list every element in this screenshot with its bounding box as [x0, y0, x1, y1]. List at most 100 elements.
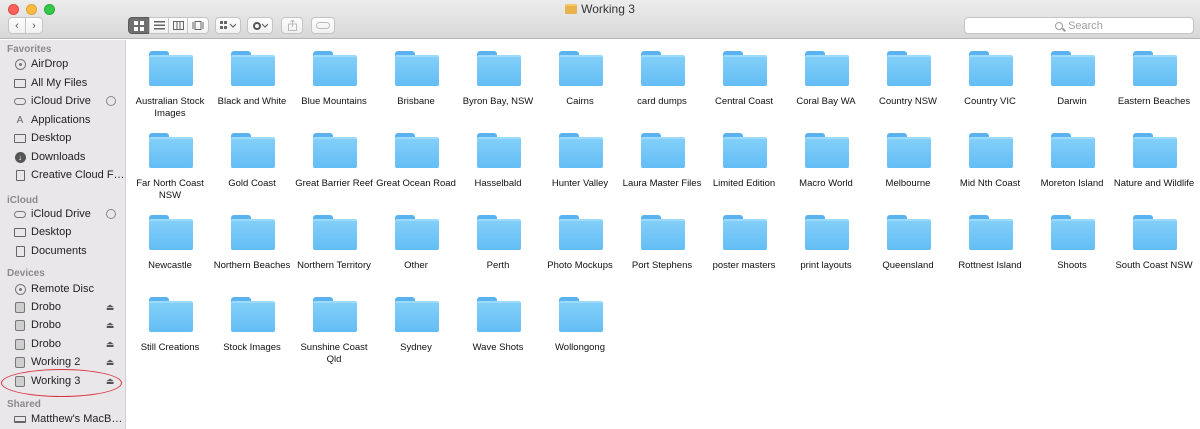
folder-label: Hunter Valley [551, 178, 609, 189]
folder-item[interactable]: Laura Master Files [621, 124, 703, 204]
eject-icon[interactable]: ⏏ [104, 339, 116, 350]
folder-item[interactable]: Northern Beaches [211, 206, 293, 286]
disk-icon [14, 319, 26, 331]
tag-icon [316, 22, 330, 29]
folder-label: Queensland [882, 260, 934, 271]
sidebar-item-airdrop[interactable]: AirDrop [0, 55, 125, 73]
action-button[interactable] [247, 17, 273, 34]
share-button[interactable] [281, 17, 303, 34]
sidebar-item-downloads[interactable]: ↓ Downloads [0, 148, 125, 166]
folder-item[interactable]: Great Ocean Road [375, 124, 457, 204]
folder-item[interactable]: Nature and Wildlife [1113, 124, 1195, 204]
folder-label: Country NSW [878, 96, 938, 107]
folder-item[interactable]: Northern Territory [293, 206, 375, 286]
sidebar-item-applications[interactable]: A Applications [0, 111, 125, 129]
desktop-icon [14, 226, 26, 238]
folder-icon [395, 297, 439, 332]
folder-item[interactable]: Newcastle [129, 206, 211, 286]
folder-icon [395, 215, 439, 250]
folder-item[interactable]: Central Coast [703, 42, 785, 122]
sidebar-item-drobo-3[interactable]: Drobo ⏏ [0, 335, 125, 353]
folder-item[interactable]: South Coast NSW [1113, 206, 1195, 286]
folder-item[interactable]: print layouts [785, 206, 867, 286]
folder-item[interactable]: Perth [457, 206, 539, 286]
eject-icon[interactable]: ⏏ [104, 357, 116, 368]
folder-item[interactable]: Blue Mountains [293, 42, 375, 122]
folder-item[interactable]: Country VIC [949, 42, 1031, 122]
folder-item[interactable]: Macro World [785, 124, 867, 204]
column-view-button[interactable] [168, 17, 188, 34]
folder-icon [1133, 215, 1177, 250]
folder-item[interactable]: Cairns [539, 42, 621, 122]
folder-item[interactable]: Queensland [867, 206, 949, 286]
sidebar-item-label: Documents [31, 245, 87, 257]
coverflow-view-button[interactable] [187, 17, 209, 34]
folder-label: Newcastle [148, 260, 192, 271]
folder-label: Eastern Beaches [1117, 96, 1191, 107]
folder-item[interactable]: Country NSW [867, 42, 949, 122]
sidebar-item-desktop[interactable]: Desktop [0, 129, 125, 147]
sidebar-item-drobo-1[interactable]: Drobo ⏏ [0, 298, 125, 316]
tags-button[interactable] [311, 17, 335, 34]
icon-view-button[interactable] [128, 17, 150, 34]
folder-item[interactable]: Great Barrier Reef [293, 124, 375, 204]
folder-item[interactable]: Melbourne [867, 124, 949, 204]
folder-item[interactable]: Wollongong [539, 288, 621, 368]
folder-item[interactable]: Stock Images [211, 288, 293, 368]
sidebar-item-remote-disc[interactable]: Remote Disc [0, 280, 125, 298]
folder-icon [887, 51, 931, 86]
search-field[interactable]: Search [964, 17, 1194, 34]
folder-item[interactable]: Sunshine Coast Qld [293, 288, 375, 368]
folder-item[interactable]: poster masters [703, 206, 785, 286]
sidebar-item-icloud-drive-2[interactable]: iCloud Drive [0, 205, 125, 223]
folder-item[interactable]: Darwin [1031, 42, 1113, 122]
sidebar-item-icloud-desktop[interactable]: Desktop [0, 223, 125, 241]
folder-item[interactable]: Port Stephens [621, 206, 703, 286]
sidebar-item-creative-cloud-files[interactable]: Creative Cloud Files [0, 166, 125, 184]
folder-item[interactable]: Far North Coast NSW [129, 124, 211, 204]
gear-icon [253, 21, 268, 30]
folder-item[interactable]: Rottnest Island [949, 206, 1031, 286]
folder-item[interactable]: Brisbane [375, 42, 457, 122]
sidebar-item-all-my-files[interactable]: All My Files [0, 74, 125, 92]
folder-item[interactable]: Wave Shots [457, 288, 539, 368]
folder-item[interactable]: Hasselbald [457, 124, 539, 204]
list-view-button[interactable] [149, 17, 169, 34]
forward-button[interactable]: › [25, 17, 43, 34]
folder-item[interactable]: Photo Mockups [539, 206, 621, 286]
folder-item[interactable]: Limited Edition [703, 124, 785, 204]
folder-label: Great Barrier Reef [295, 178, 373, 189]
eject-icon[interactable]: ⏏ [104, 320, 116, 331]
folder-item[interactable]: Eastern Beaches [1113, 42, 1195, 122]
folder-item[interactable]: Moreton Island [1031, 124, 1113, 204]
folder-item[interactable]: Black and White [211, 42, 293, 122]
folder-item[interactable]: Shoots [1031, 206, 1113, 286]
folder-item[interactable]: Gold Coast [211, 124, 293, 204]
sidebar-item-label: iCloud Drive [31, 208, 91, 220]
folder-item[interactable]: Byron Bay, NSW [457, 42, 539, 122]
sidebar-item-shared-macbook[interactable]: Matthew's MacBo... [0, 410, 125, 428]
folder-label: Darwin [1057, 96, 1087, 107]
folder-item[interactable]: card dumps [621, 42, 703, 122]
folder-label: Black and White [217, 96, 287, 107]
eject-icon[interactable]: ⏏ [104, 302, 116, 313]
sidebar-item-drobo-2[interactable]: Drobo ⏏ [0, 316, 125, 334]
folder-icon [1133, 51, 1177, 86]
folder-label: Stock Images [223, 342, 281, 353]
folder-item[interactable]: Sydney [375, 288, 457, 368]
folder-label: South Coast NSW [1115, 260, 1193, 271]
sidebar-item-documents[interactable]: Documents [0, 242, 125, 260]
folder-item[interactable]: Australian Stock Images [129, 42, 211, 122]
folder-icon [805, 51, 849, 86]
back-button[interactable]: ‹ [8, 17, 26, 34]
folder-item[interactable]: Still Creations [129, 288, 211, 368]
folder-item[interactable]: Other [375, 206, 457, 286]
arrange-button[interactable] [215, 17, 241, 34]
folder-item[interactable]: Mid Nth Coast [949, 124, 1031, 204]
folder-label: Brisbane [397, 96, 435, 107]
folder-item[interactable]: Hunter Valley [539, 124, 621, 204]
folder-label: Blue Mountains [301, 96, 367, 107]
folder-item[interactable]: Coral Bay WA [785, 42, 867, 122]
sidebar-item-icloud-drive[interactable]: iCloud Drive [0, 92, 125, 110]
folder-icon [477, 297, 521, 332]
